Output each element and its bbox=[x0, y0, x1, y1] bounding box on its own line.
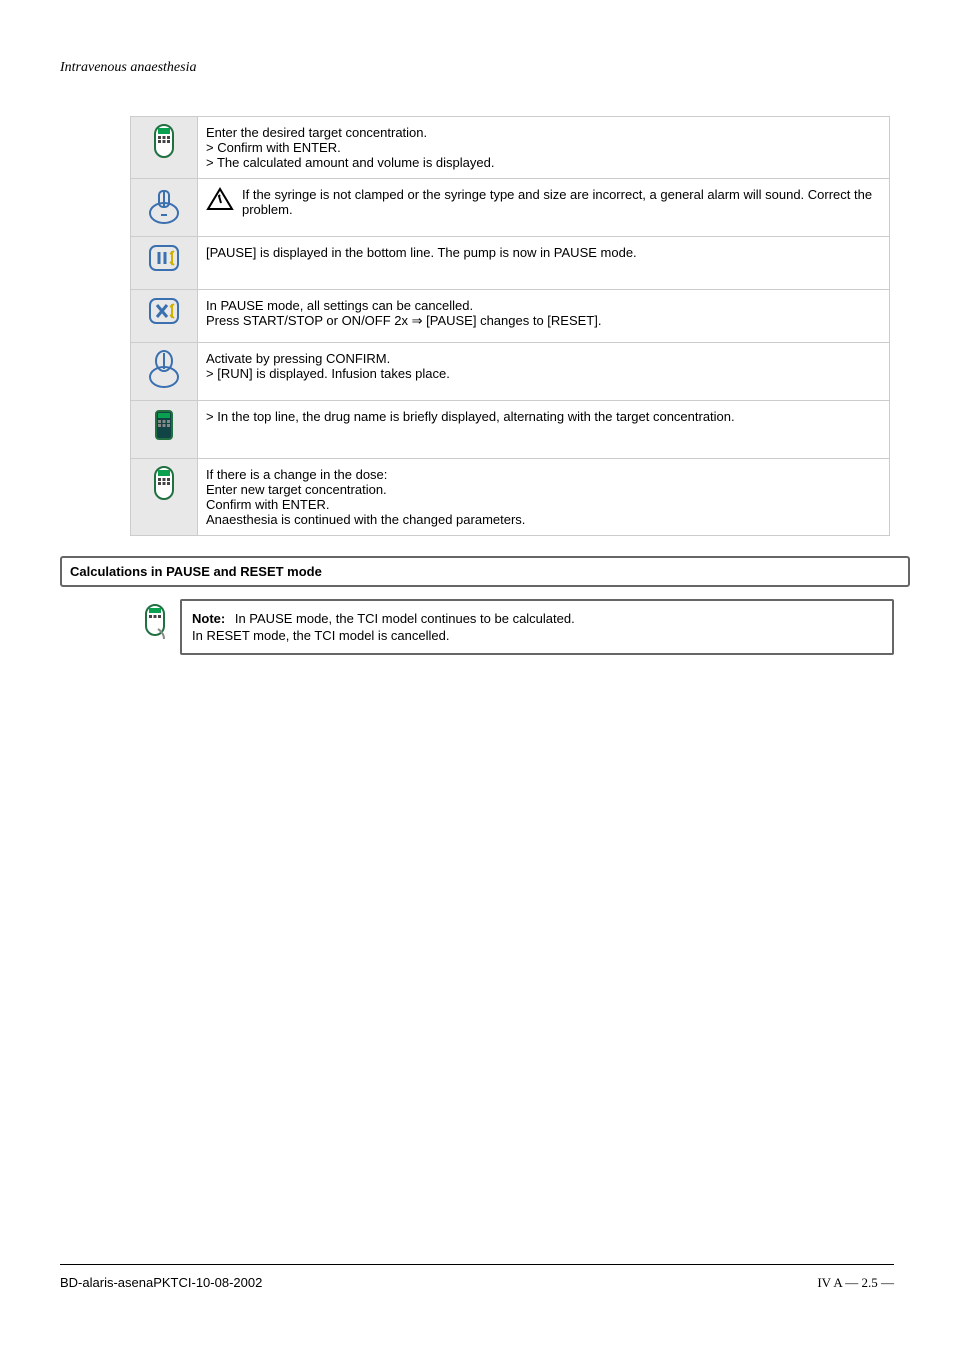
step-icon-cell bbox=[131, 290, 198, 343]
step-line: If there is a change in the dose: bbox=[206, 467, 881, 482]
hand-press-icon bbox=[147, 185, 181, 225]
step-icon-cell bbox=[131, 459, 198, 536]
remote-dark-icon bbox=[147, 407, 181, 447]
step-line: Confirm with ENTER. bbox=[206, 497, 881, 512]
remote-icon bbox=[147, 465, 181, 505]
step-line: > [RUN] is displayed. Infusion takes pla… bbox=[206, 366, 881, 381]
warning-icon bbox=[206, 187, 234, 214]
step-line: > Confirm with ENTER. bbox=[206, 140, 881, 155]
note-box: Note: In PAUSE mode, the TCI model conti… bbox=[180, 599, 894, 655]
step-icon-cell bbox=[131, 237, 198, 290]
calc-title-box: Calculations in PAUSE and RESET mode bbox=[60, 556, 910, 587]
step-line: In PAUSE mode, all settings can be cance… bbox=[206, 298, 881, 313]
step-line: [PAUSE] is displayed in the bottom line.… bbox=[206, 245, 881, 260]
note-icon-cell bbox=[130, 599, 180, 656]
pause-icon bbox=[147, 243, 181, 283]
step-text-cell: Activate by pressing CONFIRM. > [RUN] is… bbox=[198, 343, 890, 401]
step-text-cell: [PAUSE] is displayed in the bottom line.… bbox=[198, 237, 890, 290]
note-line: In RESET mode, the TCI model is cancelle… bbox=[192, 628, 882, 643]
step-line: Enter new target concentration. bbox=[206, 482, 881, 497]
step-line: If the syringe is not clamped or the syr… bbox=[242, 187, 881, 217]
step-line: Activate by pressing CONFIRM. bbox=[206, 351, 881, 366]
step-line: > In the top line, the drug name is brie… bbox=[206, 409, 881, 424]
steps-table: Enter the desired target concentration. … bbox=[130, 116, 890, 536]
step-text-cell: If the syringe is not clamped or the syr… bbox=[198, 179, 890, 237]
page-footer: BD-alaris-asenaPKTCI-10-08-2002 IV A — 2… bbox=[60, 1264, 894, 1291]
step-text-cell: Enter the desired target concentration. … bbox=[198, 117, 890, 179]
step-icon-cell bbox=[131, 343, 198, 401]
step-text-cell: In PAUSE mode, all settings can be cance… bbox=[198, 290, 890, 343]
confirm-icon bbox=[147, 349, 181, 389]
step-text-cell: If there is a change in the dose: Enter … bbox=[198, 459, 890, 536]
cancel-icon bbox=[147, 296, 181, 336]
step-line: Press START/STOP or ON/OFF 2x ⇒ [PAUSE] … bbox=[206, 313, 881, 329]
footer-right: IV A — 2.5 — bbox=[817, 1275, 894, 1291]
remote-icon bbox=[147, 123, 181, 163]
step-line: Anaesthesia is continued with the change… bbox=[206, 512, 881, 527]
step-line: > The calculated amount and volume is di… bbox=[206, 155, 881, 170]
step-line: Enter the desired target concentration. bbox=[206, 125, 881, 140]
remote-hand-icon bbox=[138, 603, 172, 643]
step-icon-cell bbox=[131, 179, 198, 237]
step-icon-cell bbox=[131, 401, 198, 459]
step-text-cell: > In the top line, the drug name is brie… bbox=[198, 401, 890, 459]
note-label: Note: bbox=[192, 611, 225, 626]
step-icon-cell bbox=[131, 117, 198, 179]
note-line: In PAUSE mode, the TCI model continues t… bbox=[235, 611, 575, 626]
footer-left: BD-alaris-asenaPKTCI-10-08-2002 bbox=[60, 1275, 262, 1291]
page-section-title: Intravenous anaesthesia bbox=[60, 60, 894, 76]
